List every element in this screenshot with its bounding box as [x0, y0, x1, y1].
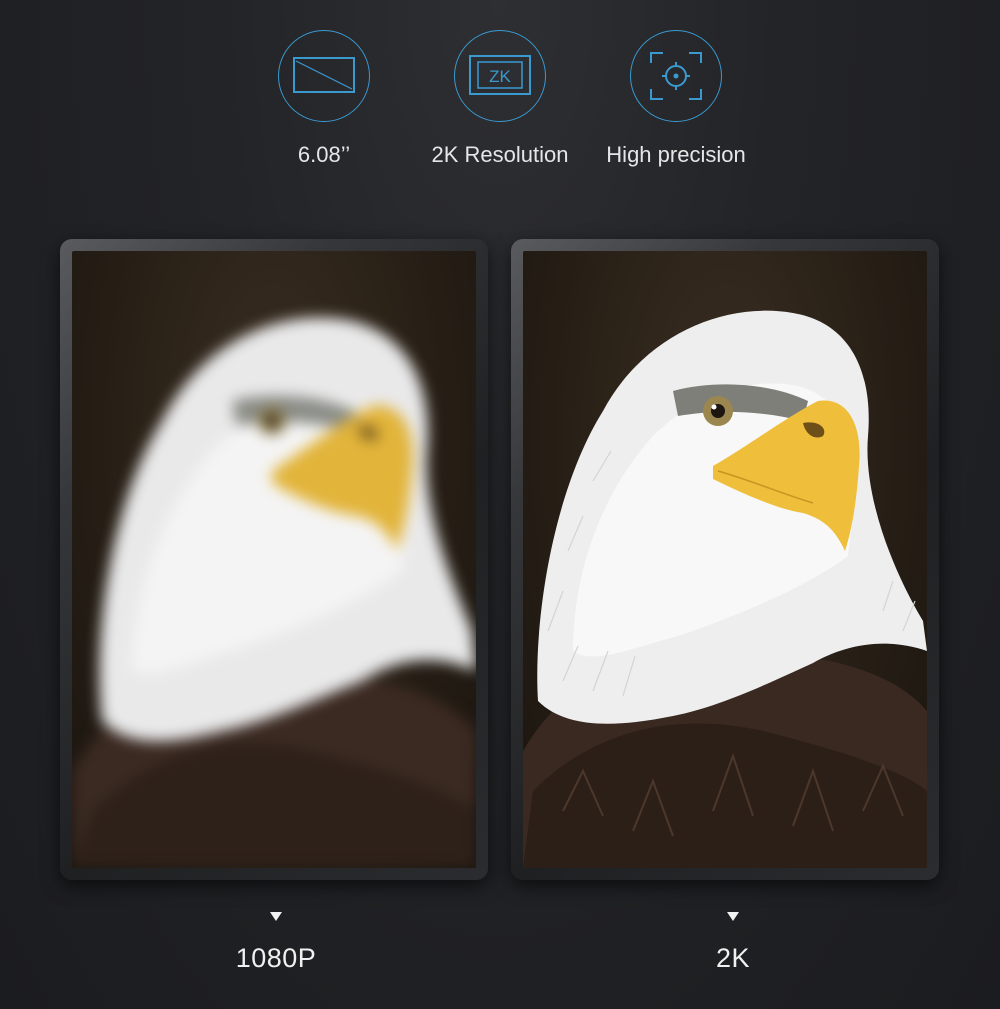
tablet-2k: [511, 239, 939, 880]
feature-precision: High precision: [586, 30, 766, 168]
caption-1080p: 1080P: [176, 912, 376, 974]
feature-label: 6.08’’: [297, 142, 351, 167]
feature-resolution: ZK 2K Resolution: [410, 30, 590, 168]
2k-icon-text: ZK: [489, 67, 511, 86]
precision-target-icon: [630, 30, 722, 122]
caption-2k: 2K: [633, 912, 833, 974]
tablet-1080p: [60, 239, 488, 880]
screen-size-icon: [278, 30, 370, 122]
2k-resolution-icon: ZK: [454, 30, 546, 122]
eagle-image-sharp: [523, 251, 927, 868]
caption-label: 1080P: [235, 943, 317, 973]
feature-screen-size: 6.08’’: [234, 30, 414, 168]
triangle-down-icon: [727, 912, 739, 921]
eagle-image-blurred: [72, 251, 476, 868]
triangle-down-icon: [270, 912, 282, 921]
caption-label: 2K: [715, 943, 751, 973]
feature-label: High precision: [606, 142, 746, 167]
feature-label: 2K Resolution: [431, 142, 569, 167]
